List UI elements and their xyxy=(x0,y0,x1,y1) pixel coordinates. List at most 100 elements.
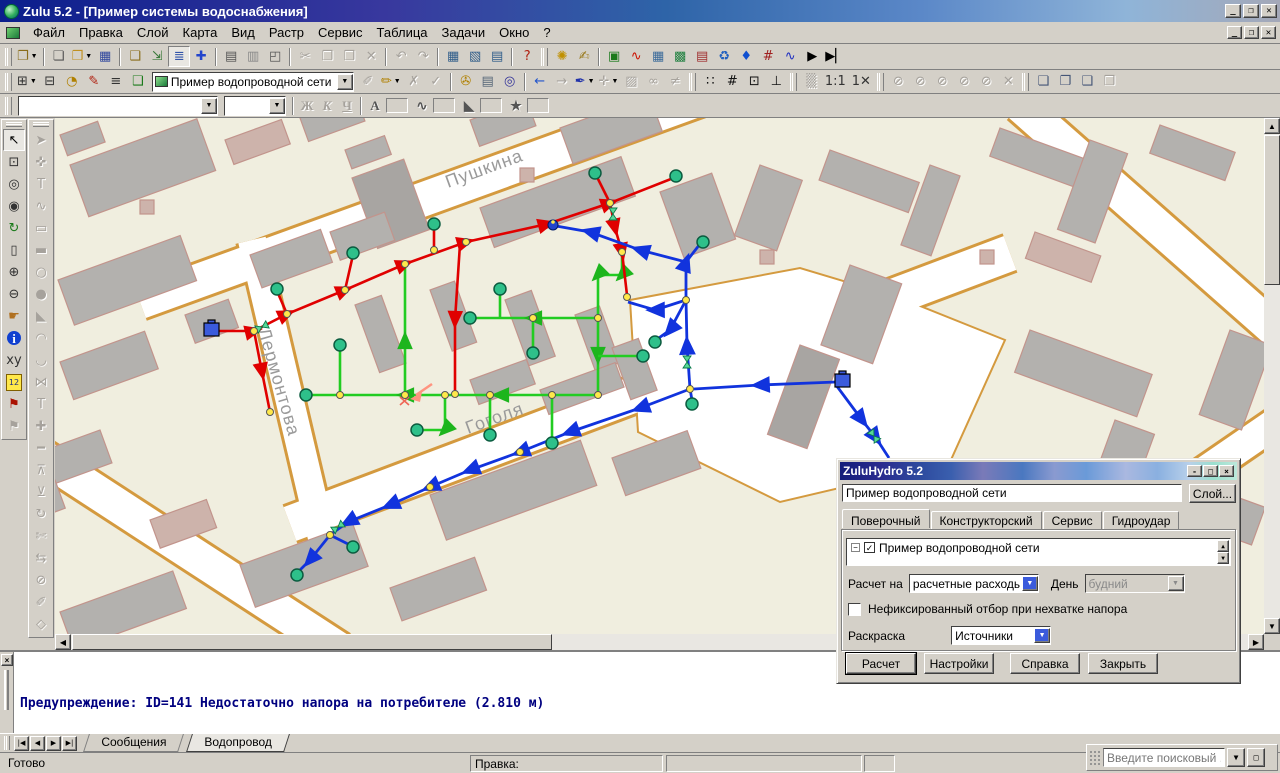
first-page-button[interactable]: |◀ xyxy=(14,736,29,751)
menu-help[interactable]: ? xyxy=(536,23,557,42)
restore-button[interactable]: ❐ xyxy=(1243,4,1259,18)
go-back-button[interactable]: ← xyxy=(529,71,551,92)
search-options-button[interactable]: □ xyxy=(1247,748,1265,767)
macro-button[interactable]: ✍ xyxy=(573,46,595,67)
child-close-button[interactable]: ✕ xyxy=(1261,26,1276,39)
delete-button[interactable]: ✕ xyxy=(360,46,382,67)
fill-style-button[interactable]: ◣ xyxy=(459,96,479,116)
polyline-draw-tool[interactable]: ∿ xyxy=(30,195,52,217)
water-drop-button[interactable]: ♦ xyxy=(735,46,757,67)
menu-table[interactable]: Таблица xyxy=(370,23,435,42)
layer-props-button[interactable]: ≡ xyxy=(105,71,127,92)
access-key-button[interactable]: ✇ xyxy=(455,71,477,92)
scroll-up-button[interactable]: ▲ xyxy=(1264,118,1280,134)
dialog-close-button[interactable]: × xyxy=(1219,465,1234,477)
menu-view[interactable]: Вид xyxy=(224,23,262,42)
tab-service[interactable]: Сервис xyxy=(1043,511,1102,530)
text-color-swatch[interactable] xyxy=(386,98,408,113)
symbol-color-swatch[interactable] xyxy=(527,98,549,113)
line-color-swatch[interactable] xyxy=(433,98,455,113)
tab-waterhammer[interactable]: Гидроудар xyxy=(1103,511,1180,530)
link-button[interactable]: ∞ xyxy=(642,71,664,92)
copy-button[interactable]: ❐ xyxy=(316,46,338,67)
help-button[interactable]: Справка xyxy=(1010,653,1080,674)
last-page-button[interactable]: ▶| xyxy=(62,736,77,751)
layers-panel-button[interactable]: ≣ xyxy=(168,46,190,67)
options-button[interactable]: ✺ xyxy=(551,46,573,67)
toolbar-grip[interactable] xyxy=(6,122,22,127)
open-folder-button[interactable]: ❒ ▼ xyxy=(70,46,95,67)
hatch-tool[interactable]: ⊘ xyxy=(30,569,52,591)
toolbar-grip[interactable] xyxy=(5,97,12,115)
messages-close-button[interactable]: × xyxy=(1,654,13,666)
edit-disable-button[interactable]: ✐ xyxy=(357,71,379,92)
print-locked-button[interactable]: ❒ xyxy=(1098,71,1120,92)
child-minimize-button[interactable]: _ xyxy=(1227,26,1242,39)
combo-dropdown-button[interactable]: ▼ xyxy=(201,98,217,114)
menu-file[interactable]: Файл xyxy=(26,23,72,42)
text-draw-tool[interactable]: T xyxy=(30,393,52,415)
italic-button[interactable]: К xyxy=(317,96,337,116)
menu-layer[interactable]: Слой xyxy=(130,23,176,42)
scroll-left-button[interactable]: ◀ xyxy=(55,634,71,650)
scroll-down-button[interactable]: ▼ xyxy=(1264,618,1280,634)
report-button[interactable]: ▤ xyxy=(691,46,713,67)
flag-route-tool[interactable]: ⚑ xyxy=(3,393,25,415)
tree-scroll-up-button[interactable]: ▲ xyxy=(1217,540,1229,552)
find-object-button[interactable]: ◎ xyxy=(499,71,521,92)
eraser-tool[interactable]: ✐ xyxy=(30,591,52,613)
layer-add-button[interactable]: ⊞ ▼ xyxy=(15,71,39,92)
clear-selection-button[interactable]: ✕ xyxy=(997,71,1019,92)
tab-messages[interactable]: Сообщения xyxy=(83,734,184,752)
ellipse-draw-tool[interactable]: ○ xyxy=(30,261,52,283)
zuluhydro-dialog[interactable]: ZuluHydro 5.2 - □ × Пример водопроводной… xyxy=(836,458,1241,684)
symbol-text-tool[interactable]: T xyxy=(30,173,52,195)
trace-path-button[interactable]: ∿ xyxy=(625,46,647,67)
cut-button[interactable]: ✂ xyxy=(294,46,316,67)
lock-polygons-button[interactable]: ⊘ xyxy=(931,71,953,92)
lock-symbols-button[interactable]: ⊘ xyxy=(975,71,997,92)
messages-resize-grip[interactable] xyxy=(4,670,9,710)
move-node-tool[interactable]: ⇆ xyxy=(30,547,52,569)
network-graph-button[interactable]: # xyxy=(757,46,779,67)
tree-scroll-down-button[interactable]: ▼ xyxy=(1217,552,1229,564)
map-properties-button[interactable]: ❑ xyxy=(124,46,146,67)
rotate-tool[interactable]: ↻ xyxy=(30,503,52,525)
split-polygon-tool[interactable]: ✄ xyxy=(30,525,52,547)
table-structure-button[interactable]: ▦ xyxy=(442,46,464,67)
vertex-mode-tool[interactable]: ◇ xyxy=(30,613,52,635)
menu-service[interactable]: Сервис xyxy=(311,23,370,42)
update-cycle-button[interactable]: ♻ xyxy=(713,46,735,67)
dialog-title-bar[interactable]: ZuluHydro 5.2 - □ × xyxy=(840,462,1237,480)
settings-button[interactable]: Настройки xyxy=(924,653,994,674)
combo-dropdown-button[interactable]: ▼ xyxy=(1168,576,1184,591)
next-page-button[interactable]: ▶ xyxy=(46,736,61,751)
layer-select-button[interactable]: Слой... xyxy=(1189,484,1236,503)
edit-select-tool[interactable]: ➤ xyxy=(30,129,52,151)
edit-apply-button[interactable]: ✓ xyxy=(425,71,447,92)
select-tool[interactable]: ↖ xyxy=(3,129,25,151)
fill-color-swatch[interactable] xyxy=(480,98,502,113)
bold-button[interactable]: Ж xyxy=(297,96,317,116)
start-calc-button[interactable]: ▶ xyxy=(801,46,823,67)
print-preview-button[interactable]: ◰ xyxy=(264,46,286,67)
combo-dropdown-button[interactable]: ▼ xyxy=(1022,576,1038,591)
layer-query-button[interactable]: ❑ xyxy=(127,71,149,92)
thematic-colors-button[interactable]: ▩ xyxy=(669,46,691,67)
underline-button[interactable]: Ч xyxy=(337,96,357,116)
child-restore-button[interactable]: ❐ xyxy=(1244,26,1259,39)
menu-edit[interactable]: Правка xyxy=(72,23,130,42)
arc-draw-tool[interactable]: ◠ xyxy=(30,327,52,349)
menu-window[interactable]: Окно xyxy=(492,23,536,42)
unfixed-withdrawal-checkbox[interactable] xyxy=(848,603,861,616)
lock-lines-button[interactable]: ⊘ xyxy=(909,71,931,92)
print-export-button[interactable]: ▥ xyxy=(242,46,264,67)
select-circle-tool[interactable]: ◎ xyxy=(3,173,25,195)
paste-button[interactable]: ❒ xyxy=(338,46,360,67)
toolbar-grip[interactable] xyxy=(689,73,696,91)
print-button[interactable]: ▤ xyxy=(220,46,242,67)
stop-calc-button[interactable]: ▶▏ xyxy=(823,46,847,67)
zoom-out-tool[interactable]: ⊖ xyxy=(3,283,25,305)
zulu-tools-button[interactable]: ▣ xyxy=(603,46,625,67)
dialog-minimize-button[interactable]: - xyxy=(1187,465,1202,477)
